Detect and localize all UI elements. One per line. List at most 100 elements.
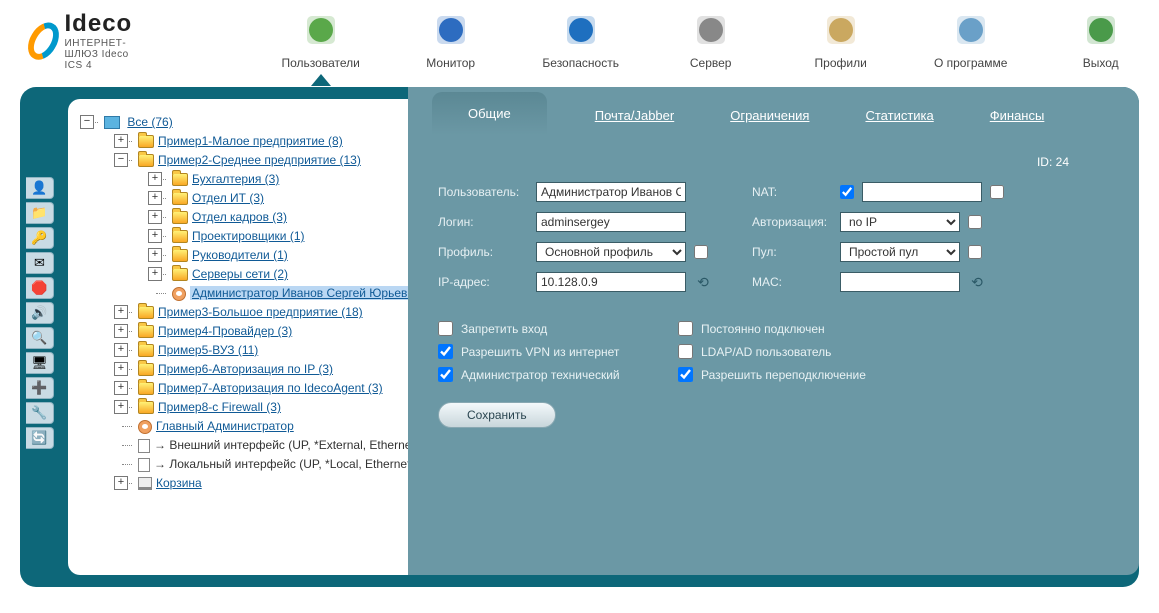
mac-refresh-icon[interactable]: ⟲ — [968, 273, 986, 291]
tree-node-label[interactable]: Пример3-Большое предприятие (18) — [158, 305, 363, 319]
nat-checkbox[interactable] — [840, 185, 854, 199]
tab-Почта/Jabber[interactable]: Почта/Jabber — [587, 96, 682, 135]
tool-4[interactable]: 🛑 — [26, 277, 54, 299]
tree-node-label[interactable]: Руководители (1) — [192, 248, 288, 262]
tree-node[interactable]: Пример3-Большое предприятие (18) — [122, 303, 406, 322]
tool-9[interactable]: 🔧 — [26, 402, 54, 424]
checkbox[interactable] — [438, 367, 453, 382]
tree-node-label[interactable]: Пример7-Авторизация по IdecoAgent (3) — [158, 381, 383, 395]
nav-profile[interactable]: Профили — [796, 10, 886, 70]
nav-about[interactable]: О программе — [926, 10, 1016, 70]
checkbox[interactable] — [678, 321, 693, 336]
tree-node[interactable]: Главный Администратор — [122, 417, 406, 436]
checkbox[interactable] — [438, 344, 453, 359]
tree-node-label[interactable]: → Внешний интерфейс (UP, *External, Ethe… — [154, 438, 408, 452]
tool-6[interactable]: 🔍 — [26, 327, 54, 349]
nav-users[interactable]: Пользователи — [276, 10, 366, 70]
tree-node[interactable]: Руководители (1) — [156, 246, 406, 265]
tree-node-label[interactable]: Пример4-Провайдер (3) — [158, 324, 292, 338]
checkbox[interactable] — [678, 367, 693, 382]
logo-icon — [22, 17, 65, 65]
tree-node[interactable]: Отдел ИТ (3) — [156, 189, 406, 208]
nav-monitor[interactable]: Монитор — [406, 10, 496, 70]
tree-node[interactable]: Серверы сети (2) — [156, 265, 406, 284]
nat-input[interactable] — [862, 182, 982, 202]
checkbox[interactable] — [438, 321, 453, 336]
user-input[interactable] — [536, 182, 686, 202]
tree-node-label[interactable]: Главный Администратор — [156, 419, 294, 433]
tree-node[interactable]: Пример2-Среднее предприятие (13) Бухгалте… — [122, 151, 406, 303]
tool-10[interactable]: 🔄 — [26, 427, 54, 449]
tree-panel: Все (76) Пример1-Малое предприятие (8) Пр… — [68, 99, 408, 575]
nav-server[interactable]: Сервер — [666, 10, 756, 70]
tree-root-label[interactable]: Все (76) — [127, 115, 172, 129]
tree-node[interactable]: Пример8-с Firewall (3) — [122, 398, 406, 417]
tree-node-label[interactable]: Корзина — [156, 476, 202, 490]
save-button[interactable]: Сохранить — [438, 402, 556, 428]
tool-1[interactable]: 📁 — [26, 202, 54, 224]
check-label: Запретить вход — [461, 322, 547, 336]
tree-node[interactable]: → Внешний интерфейс (UP, *External, Ethe… — [122, 436, 406, 455]
profile-select[interactable]: Основной профиль — [536, 242, 686, 262]
tree-node-label[interactable]: Отдел кадров (3) — [192, 210, 287, 224]
tree-root[interactable]: Все (76) Пример1-Малое предприятие (8) Пр… — [88, 113, 406, 493]
tree-node-label[interactable]: Бухгалтерия (3) — [192, 172, 279, 186]
tab-Общие[interactable]: Общие — [432, 92, 547, 135]
tool-5[interactable]: 🔊 — [26, 302, 54, 324]
tool-8[interactable]: ➕ — [26, 377, 54, 399]
tree-node-label[interactable]: Пример1-Малое предприятие (8) — [158, 134, 343, 148]
tab-Статистика[interactable]: Статистика — [857, 96, 941, 135]
tree-node-label[interactable]: Серверы сети (2) — [192, 267, 288, 281]
check-item[interactable]: LDAP/AD пользователь — [678, 344, 938, 359]
tree-node[interactable]: Бухгалтерия (3) — [156, 170, 406, 189]
tree-node[interactable]: Администратор Иванов Сергей Юрьевич — [156, 284, 406, 303]
monitor-icon — [431, 10, 471, 50]
tree-node[interactable]: Пример7-Авторизация по IdecoAgent (3) — [122, 379, 406, 398]
auth-extra-checkbox[interactable] — [968, 215, 982, 229]
tree-node-label[interactable]: Пример2-Среднее предприятие (13) — [158, 153, 361, 167]
tree-node[interactable]: → Локальный интерфейс (UP, *Local, Ether… — [122, 455, 406, 474]
tool-2[interactable]: 🔑 — [26, 227, 54, 249]
profile-extra-checkbox[interactable] — [694, 245, 708, 259]
tab-Финансы[interactable]: Финансы — [982, 96, 1053, 135]
tree-node-label[interactable]: Пример6-Авторизация по IP (3) — [158, 362, 333, 376]
tab-Ограничения[interactable]: Ограничения — [722, 96, 817, 135]
tree-node-label[interactable]: Отдел ИТ (3) — [192, 191, 264, 205]
tree-node[interactable]: Проектировщики (1) — [156, 227, 406, 246]
tool-3[interactable]: ✉ — [26, 252, 54, 274]
tree-node-label[interactable]: → Локальный интерфейс (UP, *Local, Ether… — [154, 457, 408, 471]
nav-shield[interactable]: Безопасность — [536, 10, 626, 70]
check-item[interactable]: Разрешить VPN из интернет — [438, 344, 658, 359]
check-item[interactable]: Администратор технический — [438, 367, 658, 382]
nav-exit[interactable]: Выход — [1056, 10, 1146, 70]
tree-node-label[interactable]: Проектировщики (1) — [192, 229, 304, 243]
tree-node[interactable]: Пример1-Малое предприятие (8) — [122, 132, 406, 151]
tree-node[interactable]: Пример4-Провайдер (3) — [122, 322, 406, 341]
ip-input[interactable] — [536, 272, 686, 292]
pool-select[interactable]: Простой пул — [840, 242, 960, 262]
nat-extra-checkbox[interactable] — [990, 185, 1004, 199]
login-input[interactable] — [536, 212, 686, 232]
tree-node[interactable]: Пример6-Авторизация по IP (3) — [122, 360, 406, 379]
tree-node-label[interactable]: Пример5-ВУЗ (11) — [158, 343, 258, 357]
check-item[interactable]: Разрешить переподключение — [678, 367, 938, 382]
check-item[interactable]: Запретить вход — [438, 321, 658, 336]
ip-refresh-icon[interactable]: ⟲ — [694, 273, 712, 291]
nav-label: Монитор — [426, 56, 475, 70]
checkbox[interactable] — [678, 344, 693, 359]
tree-node[interactable]: Корзина — [122, 474, 406, 493]
tree-node[interactable]: Отдел кадров (3) — [156, 208, 406, 227]
left-toolbar: 👤 📁 🔑 ✉ 🛑 🔊 🔍 🖥 ➕ 🔧 🔄 — [20, 87, 68, 587]
auth-select[interactable]: no IP — [840, 212, 960, 232]
mac-input[interactable] — [840, 272, 960, 292]
check-label: Разрешить VPN из интернет — [461, 345, 619, 359]
brand-subtitle: ИНТЕРНЕТ-ШЛЮЗ Ideco ICS 4 — [65, 38, 146, 71]
tool-0[interactable]: 👤 — [26, 177, 54, 199]
pool-extra-checkbox[interactable] — [968, 245, 982, 259]
exit-icon — [1081, 10, 1121, 50]
tree-node-label[interactable]: Пример8-с Firewall (3) — [158, 400, 281, 414]
check-item[interactable]: Постоянно подключен — [678, 321, 938, 336]
tool-7[interactable]: 🖥 — [26, 352, 54, 374]
tree-node-label[interactable]: Администратор Иванов Сергей Юрьевич — [190, 286, 408, 300]
tree-node[interactable]: Пример5-ВУЗ (11) — [122, 341, 406, 360]
